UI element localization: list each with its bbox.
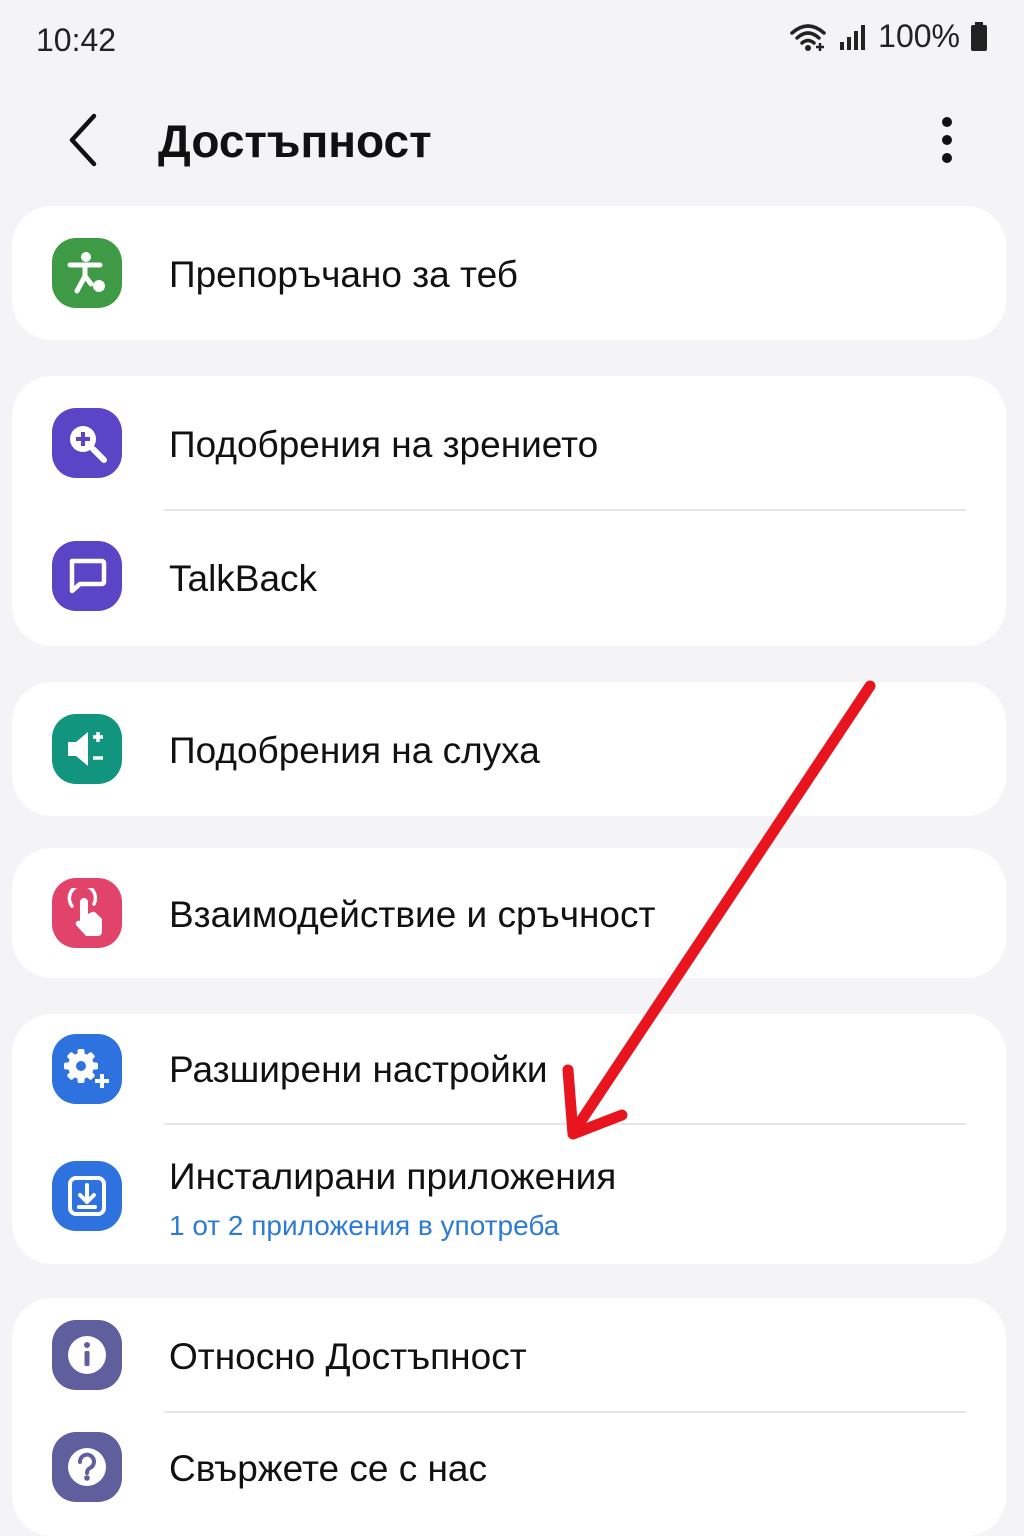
question-icon (52, 1432, 122, 1502)
row-label: Подобрения на слуха (169, 730, 540, 771)
status-icons: 100% (788, 18, 988, 55)
app-bar: Достъпност (0, 96, 1024, 192)
row-label: Инсталирани приложения (169, 1156, 617, 1197)
card-advanced: Разширени настройки Инсталирани приложен… (12, 1014, 1006, 1264)
row-label: Подобрения на зрението (169, 424, 599, 465)
list-item-advanced-settings[interactable]: Разширени настройки (12, 1014, 1006, 1124)
chevron-left-icon (69, 113, 97, 167)
list-item-talkback[interactable]: TalkBack (12, 510, 1006, 646)
row-label: Разширени настройки (169, 1049, 548, 1090)
list-item-vision[interactable]: Подобрения на зрението (12, 376, 1006, 510)
row-label: Препоръчано за теб (169, 254, 518, 295)
list-item-about[interactable]: Относно Достъпност (12, 1298, 1006, 1412)
row-label: Свържете се с нас (169, 1448, 487, 1489)
list-item-contact[interactable]: Свържете се с нас (12, 1412, 1006, 1536)
card-interaction: Взаимодействие и сръчност (12, 848, 1006, 978)
speaker-plus-minus-icon (52, 714, 122, 784)
wifi-icon (788, 21, 828, 53)
accessibility-icon (52, 238, 122, 308)
magnifier-plus-icon (52, 408, 122, 478)
more-options-button[interactable] (922, 108, 972, 172)
battery-percent: 100% (878, 18, 960, 54)
row-label: TalkBack (169, 558, 318, 599)
info-icon (52, 1320, 122, 1390)
card-vision: Подобрения на зрението TalkBack (12, 376, 1006, 646)
list-item-installed-apps[interactable]: Инсталирани приложения 1 от 2 приложения… (12, 1124, 1006, 1264)
download-icon (52, 1161, 122, 1231)
speech-bubble-icon (52, 541, 122, 611)
more-vertical-icon (942, 117, 952, 163)
list-item-recommended[interactable]: Препоръчано за теб (12, 206, 1006, 340)
row-sublabel: 1 от 2 приложения в употреба (169, 1210, 560, 1241)
page-title: Достъпност (158, 115, 432, 167)
list-item-interaction[interactable]: Взаимодействие и сръчност (12, 848, 1006, 978)
status-bar: 10:42 100% (0, 0, 1024, 80)
battery-icon (970, 21, 988, 52)
signal-icon (838, 22, 868, 52)
card-about: Относно Достъпност Свържете се с нас (12, 1298, 1006, 1536)
gear-plus-icon (52, 1034, 122, 1104)
list-item-hearing[interactable]: Подобрения на слуха (12, 682, 1006, 816)
row-label: Взаимодействие и сръчност (169, 894, 656, 935)
card-hearing: Подобрения на слуха (12, 682, 1006, 816)
hand-tap-icon (52, 878, 122, 948)
card-recommended: Препоръчано за теб (12, 206, 1006, 340)
back-button[interactable] (52, 110, 112, 170)
row-label: Относно Достъпност (169, 1336, 527, 1377)
status-time: 10:42 (36, 22, 117, 58)
